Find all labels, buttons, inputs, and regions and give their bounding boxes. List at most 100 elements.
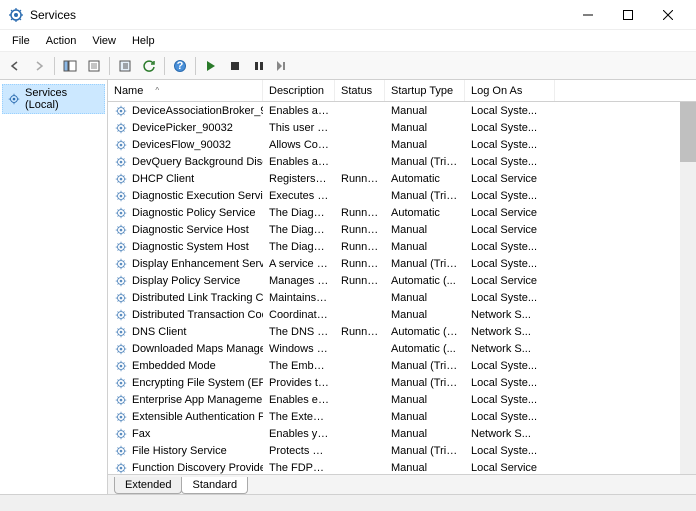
service-name: Display Enhancement Service xyxy=(132,258,263,270)
export-list-button[interactable] xyxy=(83,55,105,77)
service-logon: Local Syste... xyxy=(465,258,555,270)
tab-standard[interactable]: Standard xyxy=(181,477,248,494)
service-row[interactable]: File History ServiceProtects use...Manua… xyxy=(108,442,696,459)
service-description: Coordinates... xyxy=(263,309,335,321)
scrollbar-thumb[interactable] xyxy=(680,102,696,162)
service-name: Function Discovery Provide... xyxy=(132,462,263,474)
service-gear-icon xyxy=(114,104,128,118)
service-row[interactable]: Distributed Link Tracking Cli...Maintain… xyxy=(108,289,696,306)
service-startup: Manual (Trig... xyxy=(385,258,465,270)
tree-item-services-local[interactable]: Services (Local) xyxy=(2,84,105,114)
menu-view[interactable]: View xyxy=(84,33,124,49)
service-row[interactable]: DeviceAssociationBroker_90...Enables app… xyxy=(108,102,696,119)
service-row[interactable]: Distributed Transaction Coo...Coordinate… xyxy=(108,306,696,323)
column-header-description[interactable]: Description xyxy=(263,80,335,101)
minimize-button[interactable] xyxy=(568,1,608,29)
service-name: Distributed Transaction Coo... xyxy=(132,309,263,321)
service-gear-icon xyxy=(114,257,128,271)
tab-extended[interactable]: Extended xyxy=(114,477,182,494)
service-startup: Manual xyxy=(385,428,465,440)
service-status: Running xyxy=(335,207,385,219)
service-row[interactable]: FaxEnables you...ManualNetwork S... xyxy=(108,425,696,442)
content-pane: Name^ Description Status Startup Type Lo… xyxy=(108,80,696,494)
service-gear-icon xyxy=(114,444,128,458)
forward-button[interactable] xyxy=(28,55,50,77)
refresh-button[interactable] xyxy=(138,55,160,77)
service-description: Allows Con... xyxy=(263,139,335,151)
menu-file[interactable]: File xyxy=(4,33,38,49)
service-name: Embedded Mode xyxy=(132,360,216,372)
back-button[interactable] xyxy=(4,55,26,77)
service-row[interactable]: Encrypting File System (EFS)Provides th.… xyxy=(108,374,696,391)
service-name: DevQuery Background Disc... xyxy=(132,156,263,168)
service-name: Diagnostic Policy Service xyxy=(132,207,256,219)
column-header-status[interactable]: Status xyxy=(335,80,385,101)
service-row[interactable]: Enterprise App Managemen...Enables ent..… xyxy=(108,391,696,408)
properties-button[interactable] xyxy=(114,55,136,77)
service-logon: Network S... xyxy=(465,326,555,338)
vertical-scrollbar[interactable] xyxy=(680,102,696,474)
service-row[interactable]: Function Discovery Provide...The FDPHO..… xyxy=(108,459,696,474)
service-name: DHCP Client xyxy=(132,173,194,185)
service-description: Windows se... xyxy=(263,343,335,355)
service-name: DeviceAssociationBroker_90... xyxy=(132,105,263,117)
service-startup: Manual xyxy=(385,224,465,236)
service-gear-icon xyxy=(114,325,128,339)
pause-service-button[interactable] xyxy=(248,55,270,77)
service-logon: Local Syste... xyxy=(465,377,555,389)
list-header: Name^ Description Status Startup Type Lo… xyxy=(108,80,696,102)
column-header-logon[interactable]: Log On As xyxy=(465,80,555,101)
service-row[interactable]: DevQuery Background Disc...Enables app..… xyxy=(108,153,696,170)
service-name: Diagnostic System Host xyxy=(132,241,249,253)
service-description: Enables ent... xyxy=(263,394,335,406)
service-row[interactable]: Downloaded Maps ManagerWindows se...Auto… xyxy=(108,340,696,357)
service-row[interactable]: DNS ClientThe DNS Cli...RunningAutomatic… xyxy=(108,323,696,340)
service-startup: Manual xyxy=(385,122,465,134)
service-startup: Manual xyxy=(385,411,465,423)
services-icon xyxy=(7,92,21,106)
service-row[interactable]: DevicesFlow_90032Allows Con...ManualLoca… xyxy=(108,136,696,153)
service-logon: Local Service xyxy=(465,462,555,474)
sort-indicator-icon: ^ xyxy=(155,86,159,95)
service-startup: Automatic (... xyxy=(385,275,465,287)
show-hide-tree-button[interactable] xyxy=(59,55,81,77)
close-button[interactable] xyxy=(648,1,688,29)
restart-service-button[interactable] xyxy=(272,55,294,77)
service-logon: Local Syste... xyxy=(465,394,555,406)
menu-action[interactable]: Action xyxy=(38,33,85,49)
services-listview: Name^ Description Status Startup Type Lo… xyxy=(108,80,696,474)
service-row[interactable]: Embedded ModeThe Embed...Manual (Trig...… xyxy=(108,357,696,374)
service-row[interactable]: Diagnostic Policy ServiceThe Diagno...Ru… xyxy=(108,204,696,221)
menu-help[interactable]: Help xyxy=(124,33,163,49)
service-row[interactable]: DHCP ClientRegisters an...RunningAutomat… xyxy=(108,170,696,187)
service-row[interactable]: Display Policy ServiceManages th...Runni… xyxy=(108,272,696,289)
service-description: Protects use... xyxy=(263,445,335,457)
help-button[interactable]: ? xyxy=(169,55,191,77)
column-header-startup[interactable]: Startup Type xyxy=(385,80,465,101)
service-logon: Local Syste... xyxy=(465,292,555,304)
service-description: Enables app... xyxy=(263,105,335,117)
service-logon: Network S... xyxy=(465,309,555,321)
service-row[interactable]: DevicePicker_90032This user ser...Manual… xyxy=(108,119,696,136)
service-description: The Extensi... xyxy=(263,411,335,423)
service-logon: Local Syste... xyxy=(465,139,555,151)
service-gear-icon xyxy=(114,393,128,407)
start-service-button[interactable] xyxy=(200,55,222,77)
service-description: The Embed... xyxy=(263,360,335,372)
service-description: Enables you... xyxy=(263,428,335,440)
service-description: The FDPHO... xyxy=(263,462,335,474)
service-row[interactable]: Diagnostic Service HostThe Diagno...Runn… xyxy=(108,221,696,238)
view-tabs: Extended Standard xyxy=(108,474,696,494)
service-description: Provides th... xyxy=(263,377,335,389)
maximize-button[interactable] xyxy=(608,1,648,29)
service-startup: Manual (Trig... xyxy=(385,377,465,389)
column-header-name[interactable]: Name^ xyxy=(108,80,263,101)
service-logon: Local Service xyxy=(465,207,555,219)
service-gear-icon xyxy=(114,240,128,254)
service-row[interactable]: Extensible Authentication P...The Extens… xyxy=(108,408,696,425)
service-row[interactable]: Diagnostic System HostThe Diagno...Runni… xyxy=(108,238,696,255)
service-status: Running xyxy=(335,258,385,270)
service-row[interactable]: Display Enhancement ServiceA service fo.… xyxy=(108,255,696,272)
service-row[interactable]: Diagnostic Execution ServiceExecutes di.… xyxy=(108,187,696,204)
stop-service-button[interactable] xyxy=(224,55,246,77)
